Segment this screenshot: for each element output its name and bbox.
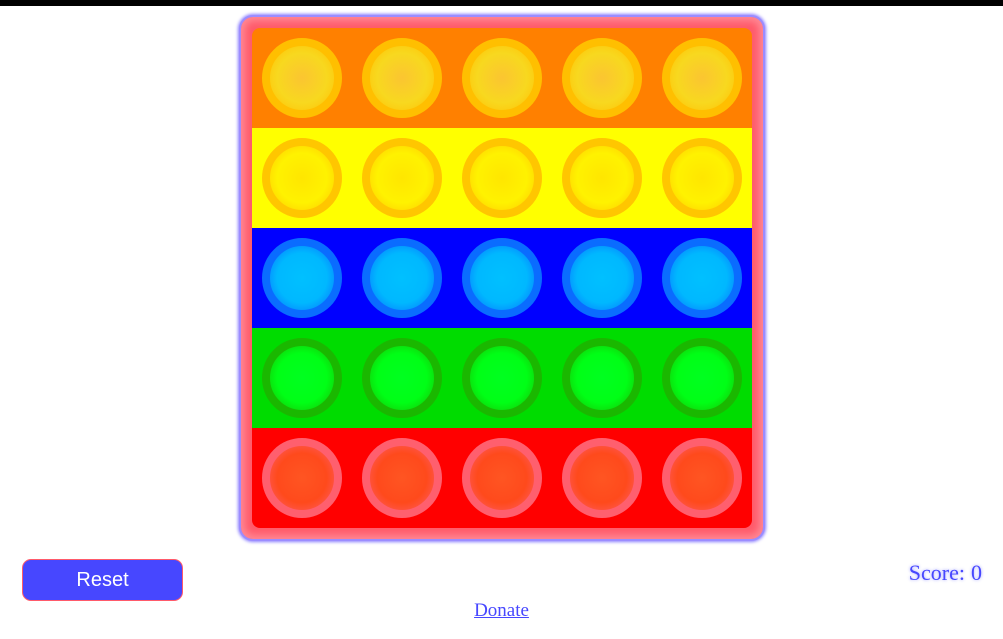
bubble-yellow-5[interactable] — [662, 138, 742, 218]
bubble-yellow-1[interactable] — [262, 138, 342, 218]
bubble-red-3[interactable] — [462, 438, 542, 518]
bubble-green-4[interactable] — [562, 338, 642, 418]
bubble-yellow-4[interactable] — [562, 138, 642, 218]
bubble-red-2[interactable] — [362, 438, 442, 518]
donate-link[interactable]: Donate — [474, 600, 529, 621]
bubble-green-5[interactable] — [662, 338, 742, 418]
bubble-blue-3[interactable] — [462, 238, 542, 318]
bubble-blue-5[interactable] — [662, 238, 742, 318]
bubble-red-1[interactable] — [262, 438, 342, 518]
bubble-yellow-2[interactable] — [362, 138, 442, 218]
bubble-row-blue — [252, 228, 752, 328]
score-value: 0 — [971, 560, 982, 585]
bubble-orange-5[interactable] — [662, 38, 742, 118]
bubble-green-3[interactable] — [462, 338, 542, 418]
bubble-row-yellow — [252, 128, 752, 228]
donate-footer: Donate — [0, 600, 1003, 622]
bubble-red-5[interactable] — [662, 438, 742, 518]
bubble-orange-3[interactable] — [462, 38, 542, 118]
bubble-red-4[interactable] — [562, 438, 642, 518]
bubble-blue-2[interactable] — [362, 238, 442, 318]
bubble-green-2[interactable] — [362, 338, 442, 418]
bubble-row-green — [252, 328, 752, 428]
top-border — [0, 0, 1003, 6]
bubble-row-orange — [252, 28, 752, 128]
bubble-grid — [252, 28, 752, 528]
bubble-row-red — [252, 428, 752, 528]
bubble-green-1[interactable] — [262, 338, 342, 418]
bubble-blue-1[interactable] — [262, 238, 342, 318]
bubble-orange-1[interactable] — [262, 38, 342, 118]
pop-it-board — [239, 15, 765, 541]
bubble-orange-2[interactable] — [362, 38, 442, 118]
bubble-blue-4[interactable] — [562, 238, 642, 318]
reset-button[interactable]: Reset — [22, 559, 183, 601]
score-display: Score: 0 — [909, 560, 982, 586]
bubble-yellow-3[interactable] — [462, 138, 542, 218]
score-label: Score: — [908, 560, 965, 585]
bubble-orange-4[interactable] — [562, 38, 642, 118]
